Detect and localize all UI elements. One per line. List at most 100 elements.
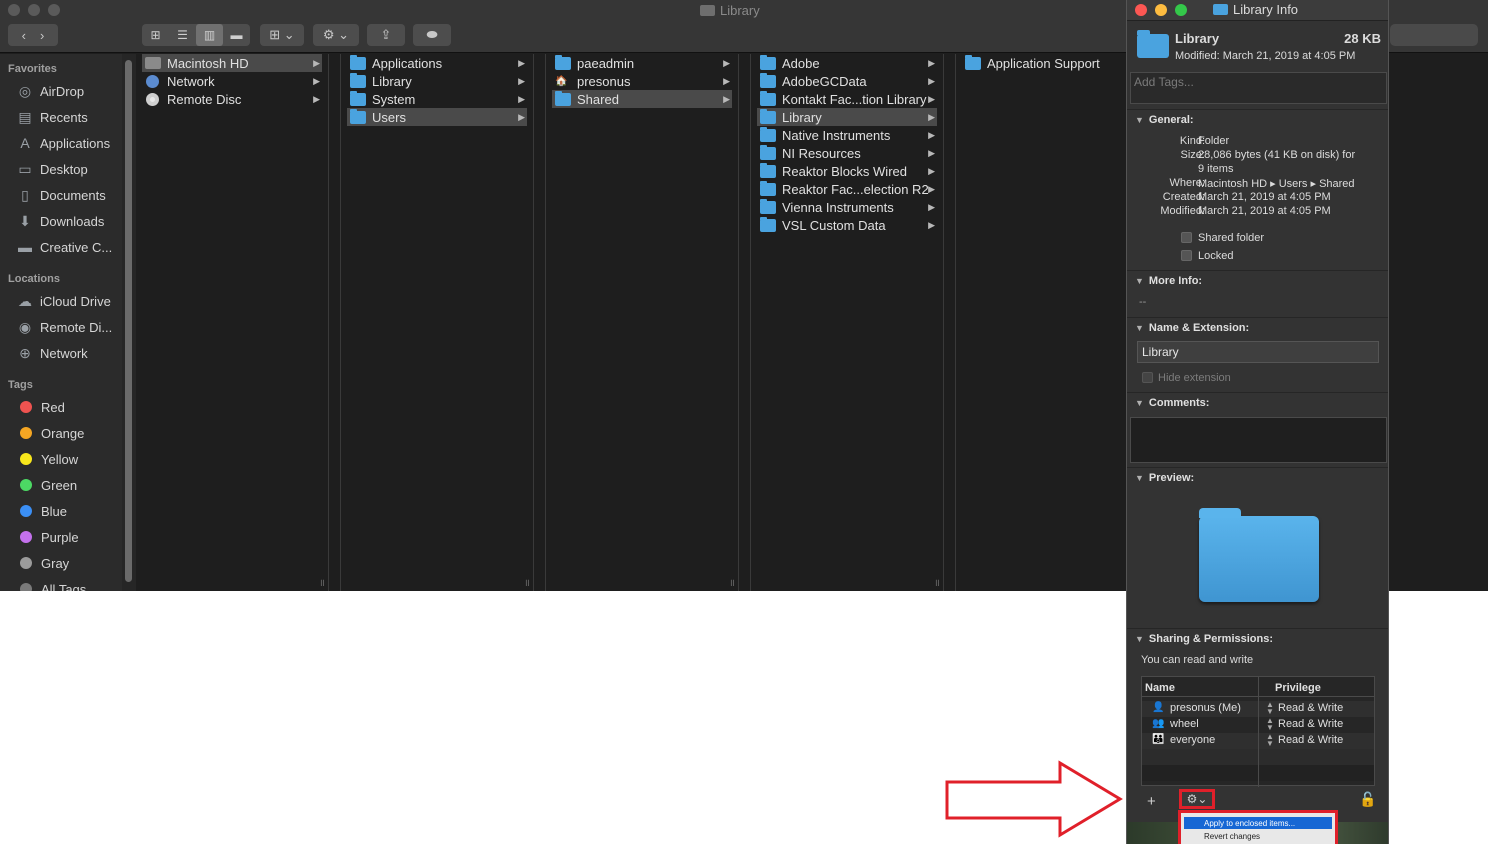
privilege-popup[interactable]: Read & Write (1278, 702, 1343, 714)
group-button[interactable]: ⊞ ⌄ (260, 24, 304, 46)
add-user-button[interactable]: + (1147, 793, 1156, 810)
preview-section-toggle[interactable]: ▼ Preview: (1135, 472, 1194, 484)
menu-item-revert-changes[interactable]: Revert changes (1184, 830, 1332, 842)
column-row[interactable]: Vienna Instruments ▶ (757, 198, 937, 216)
sidebar-item[interactable]: Orange (16, 423, 84, 443)
column-row[interactable]: Remote Disc ▶ (142, 90, 322, 108)
column-resize-handle[interactable]: ॥ (934, 575, 940, 589)
back-forward-buttons[interactable]: ‹ › (8, 24, 58, 46)
sidebar-scrollbar[interactable] (122, 54, 136, 591)
sidebar-header-favorites: Favorites (8, 63, 57, 75)
sidebar-item[interactable]: ▬ Creative C... (16, 237, 112, 257)
tag-color-dot-icon (20, 453, 32, 465)
lock-icon[interactable]: 🔓 (1359, 791, 1376, 808)
column-row[interactable]: Kontakt Fac...tion Library ▶ (757, 90, 937, 108)
column-row[interactable]: paeadmin ▶ (552, 54, 732, 72)
sidebar-item[interactable]: Yellow (16, 449, 78, 469)
column-row[interactable]: Shared ▶ (552, 90, 732, 108)
share-button[interactable]: ⇪ (367, 24, 405, 46)
disclosure-triangle-icon[interactable]: ▼ (1135, 115, 1144, 125)
column-row[interactable]: Adobe ▶ (757, 54, 937, 72)
locked-checkbox[interactable] (1181, 250, 1192, 261)
sidebar-item[interactable]: Blue (16, 501, 67, 521)
sidebar-item[interactable]: ◉ Remote Di... (16, 317, 112, 337)
gallery-view-icon[interactable]: ▬ (223, 24, 250, 46)
column-row[interactable]: Users ▶ (347, 108, 527, 126)
back-icon[interactable]: ‹ (22, 28, 26, 43)
sidebar-item[interactable]: A Applications (16, 133, 110, 153)
scrollbar-thumb[interactable] (125, 60, 132, 582)
sidebar-item[interactable]: ▭ Desktop (16, 159, 87, 179)
tags-button[interactable]: ⬬ (413, 24, 451, 46)
column-header-name[interactable]: Name (1145, 682, 1175, 694)
name-field[interactable]: Library (1137, 341, 1379, 363)
privilege-popup[interactable]: Read & Write (1278, 718, 1343, 730)
sidebar-item[interactable]: ▯ Documents (16, 185, 106, 205)
up-down-icon[interactable]: ▲ ▼ (1266, 701, 1274, 716)
action-button[interactable]: ⚙ ⌄ (313, 24, 359, 46)
column-row[interactable]: Native Instruments ▶ (757, 126, 937, 144)
icon-view-icon[interactable]: ⊞ (142, 24, 169, 46)
column-row[interactable]: 🏠 presonus ▶ (552, 72, 732, 90)
column-resize-handle[interactable]: ॥ (524, 575, 530, 589)
more-info-section-toggle[interactable]: ▼ More Info: (1135, 275, 1202, 287)
sidebar-item[interactable]: All Tags... (16, 579, 97, 591)
sidebar-item-label: iCloud Drive (40, 293, 111, 309)
comments-section-toggle[interactable]: ▼ Comments: (1135, 397, 1209, 409)
disclosure-triangle-icon[interactable]: ▼ (1135, 473, 1144, 483)
disclosure-triangle-icon[interactable]: ▼ (1135, 323, 1144, 333)
hide-extension-checkbox[interactable] (1142, 372, 1153, 383)
action-menu-button[interactable]: ⚙⌄ (1179, 789, 1215, 809)
column-row[interactable]: Library ▶ (757, 108, 937, 126)
column-row[interactable]: Network ▶ (142, 72, 322, 90)
forward-icon[interactable]: › (40, 28, 44, 43)
column-row[interactable]: VSL Custom Data ▶ (757, 216, 937, 234)
sidebar-item[interactable]: Red (16, 397, 65, 417)
menu-item-apply-enclosed[interactable]: Apply to enclosed items... (1184, 817, 1332, 829)
sidebar-item[interactable]: Green (16, 475, 77, 495)
column-resize-handle[interactable]: ॥ (319, 575, 325, 589)
column-row[interactable]: Application Support (962, 54, 1120, 72)
minimize-button[interactable] (1155, 4, 1167, 16)
up-down-icon[interactable]: ▲ ▼ (1266, 717, 1274, 732)
up-down-icon[interactable]: ▲ ▼ (1266, 733, 1274, 748)
column-resize-handle[interactable]: ॥ (729, 575, 735, 589)
column-row-label: Native Instruments (782, 127, 891, 143)
column-header-privilege[interactable]: Privilege (1275, 682, 1321, 694)
view-mode-segmented-control[interactable]: ⊞ ☰ ▥ ▬ (142, 24, 250, 46)
sidebar-item[interactable]: ◎ AirDrop (16, 81, 84, 101)
sidebar-item[interactable]: Purple (16, 527, 79, 547)
disclosure-triangle-icon[interactable]: ▼ (1135, 398, 1144, 408)
list-view-icon[interactable]: ☰ (169, 24, 196, 46)
name-extension-section-toggle[interactable]: ▼ Name & Extension: (1135, 322, 1249, 334)
column-row[interactable]: Library ▶ (347, 72, 527, 90)
close-button[interactable] (8, 4, 20, 16)
close-button[interactable] (1135, 4, 1147, 16)
disclosure-triangle-icon[interactable]: ▼ (1135, 634, 1144, 644)
sharing-section-toggle[interactable]: ▼ Sharing & Permissions: (1135, 633, 1273, 645)
column-row[interactable]: System ▶ (347, 90, 527, 108)
tags-field[interactable]: Add Tags... (1130, 72, 1387, 104)
column-row[interactable]: Reaktor Fac...election R2 ▶ (757, 180, 937, 198)
sidebar-item[interactable]: ☁ iCloud Drive (16, 291, 111, 311)
privilege-popup[interactable]: Read & Write (1278, 734, 1343, 746)
shared-folder-checkbox[interactable] (1181, 232, 1192, 243)
sidebar-item[interactable]: Gray (16, 553, 69, 573)
column-row[interactable]: Applications ▶ (347, 54, 527, 72)
sidebar-item[interactable]: ⊕ Network (16, 343, 88, 363)
comments-field[interactable] (1130, 417, 1387, 463)
column-row[interactable]: Reaktor Blocks Wired ▶ (757, 162, 937, 180)
sidebar-item[interactable]: ▤ Recents (16, 107, 87, 127)
minimize-button[interactable] (28, 4, 40, 16)
folder-icon (555, 90, 571, 106)
search-input[interactable] (1390, 24, 1478, 46)
column-view-icon[interactable]: ▥ (196, 24, 223, 46)
sidebar-item[interactable]: ⬇ Downloads (16, 211, 104, 231)
general-section-toggle[interactable]: ▼ General: (1135, 114, 1194, 126)
column-row[interactable]: Macintosh HD ▶ (142, 54, 322, 72)
column-row[interactable]: NI Resources ▶ (757, 144, 937, 162)
zoom-button[interactable] (48, 4, 60, 16)
disclosure-triangle-icon[interactable]: ▼ (1135, 276, 1144, 286)
zoom-button[interactable] (1175, 4, 1187, 16)
column-row[interactable]: AdobeGCData ▶ (757, 72, 937, 90)
